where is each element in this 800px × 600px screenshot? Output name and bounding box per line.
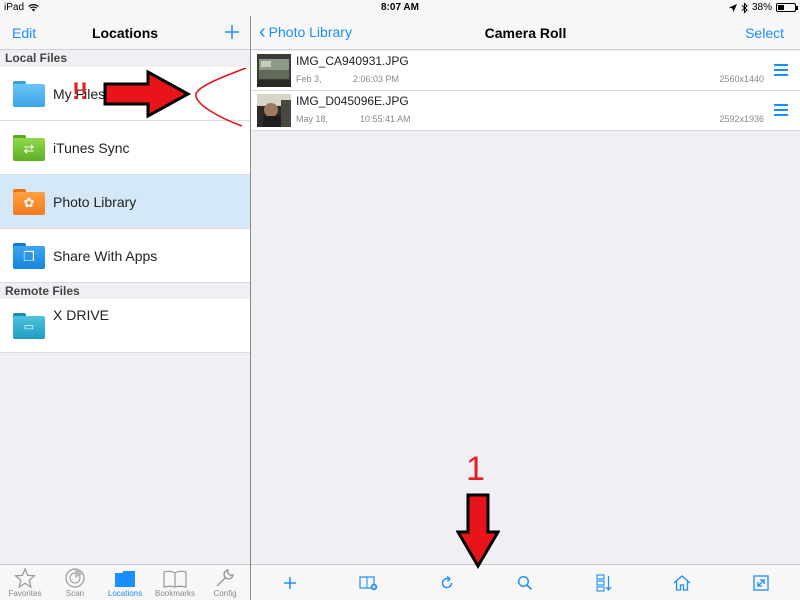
row-menu-icon[interactable]: [774, 64, 788, 76]
battery-icon: [776, 3, 798, 12]
tab-label: Scan: [65, 589, 85, 598]
folder-icon: [13, 80, 45, 107]
tab-locations[interactable]: Locations: [100, 565, 150, 600]
tab-label: Favorites: [8, 589, 42, 598]
drive-folder-icon: ▭: [13, 313, 45, 339]
camera-roll-pane: ‹ Photo Library Camera Roll Select IMG_C…: [251, 16, 800, 600]
camera-roll-title: Camera Roll: [484, 25, 567, 41]
location-label: Share With Apps: [53, 247, 158, 264]
tab-bookmarks[interactable]: Bookmarks: [150, 565, 200, 600]
camera-roll-navbar: ‹ Photo Library Camera Roll Select: [251, 16, 800, 50]
row-menu-icon[interactable]: [774, 104, 788, 116]
bluetooth-icon: [741, 2, 748, 13]
search-icon: [518, 575, 533, 590]
annotation-step-number: 1: [466, 450, 485, 488]
sort-icon: [596, 573, 612, 592]
status-right: 38%: [728, 2, 798, 13]
battery-percent: 38%: [751, 2, 772, 13]
file-time: 10:55:41 AM: [360, 114, 411, 124]
refresh-button[interactable]: [432, 568, 462, 598]
section-header-remote: Remote Files: [0, 284, 250, 300]
ipad-screen: iPad 8:07 AM 38% Edit Locations Local Fi…: [0, 0, 800, 600]
select-button[interactable]: Select: [745, 25, 784, 41]
status-bar: iPad 8:07 AM 38%: [0, 0, 800, 16]
tab-bar: Favorites Scan Locations Bookmarks Confi…: [0, 564, 250, 600]
expand-button[interactable]: [746, 568, 776, 598]
location-my-files[interactable]: My Files: [0, 67, 250, 121]
file-dimensions: 2592x1936: [719, 114, 764, 124]
location-label: iTunes Sync: [53, 139, 130, 156]
tab-label: Bookmarks: [154, 589, 195, 598]
location-share-with-apps[interactable]: ❐ Share With Apps: [0, 229, 250, 283]
star-icon: [14, 568, 36, 588]
file-row[interactable]: IMG_CA940931.JPG Feb 3, 2:06:03 PM 2560x…: [251, 51, 800, 91]
file-date: May 18,: [296, 114, 329, 124]
locations-navbar: Edit Locations: [0, 16, 250, 50]
status-time: 8:07 AM: [381, 2, 419, 13]
section-header-local: Local Files: [0, 51, 250, 67]
locations-title: Locations: [91, 25, 159, 41]
add-button[interactable]: [275, 568, 305, 598]
book-icon: [163, 570, 187, 588]
home-button[interactable]: [667, 568, 697, 598]
refresh-icon: [441, 575, 453, 588]
wrench-icon: [216, 569, 234, 587]
new-folder-button[interactable]: [354, 568, 384, 598]
sync-folder-icon: ⇄: [13, 134, 45, 161]
location-x-drive[interactable]: ▭ X DRIVE: [0, 299, 250, 353]
tab-config[interactable]: Config: [200, 565, 250, 600]
radar-icon: [65, 568, 85, 588]
file-date: Feb 3,: [296, 74, 322, 84]
location-label: X DRIVE: [53, 307, 110, 323]
tab-scan[interactable]: Scan: [50, 565, 100, 600]
photo-thumbnail: [257, 54, 291, 87]
file-name: IMG_CA940931.JPG: [296, 54, 409, 68]
location-photo-library[interactable]: ✿ Photo Library: [0, 175, 250, 229]
location-icon: [728, 3, 737, 12]
tab-favorites[interactable]: Favorites: [0, 565, 50, 600]
plus-icon: [284, 576, 297, 589]
location-label: Photo Library: [53, 193, 137, 210]
tab-label: Config: [213, 589, 237, 598]
sort-button[interactable]: [589, 568, 619, 598]
location-itunes-sync[interactable]: ⇄ iTunes Sync: [0, 121, 250, 175]
folder-icon: [115, 571, 135, 587]
annotation-exclamation: !!: [72, 78, 88, 105]
share-folder-icon: ❐: [13, 242, 45, 269]
battery-fill: [778, 5, 784, 10]
locations-pane: Edit Locations Local Files My Files ⇄ iT…: [0, 16, 250, 600]
bottom-toolbar: [251, 564, 800, 600]
tab-label: Locations: [107, 589, 143, 598]
file-name: IMG_D045096E.JPG: [296, 94, 409, 108]
file-time: 2:06:03 PM: [353, 74, 400, 84]
new-folder-icon: [359, 575, 377, 590]
photo-thumbnail: [257, 94, 291, 127]
file-dimensions: 2560x1440: [719, 74, 764, 84]
file-row[interactable]: IMG_D045096E.JPG May 18, 10:55:41 AM 259…: [251, 91, 800, 131]
photo-folder-icon: ✿: [13, 188, 45, 215]
home-icon: [673, 574, 691, 591]
expand-icon: [753, 574, 769, 591]
search-button[interactable]: [510, 568, 540, 598]
add-location-button[interactable]: [224, 24, 240, 40]
